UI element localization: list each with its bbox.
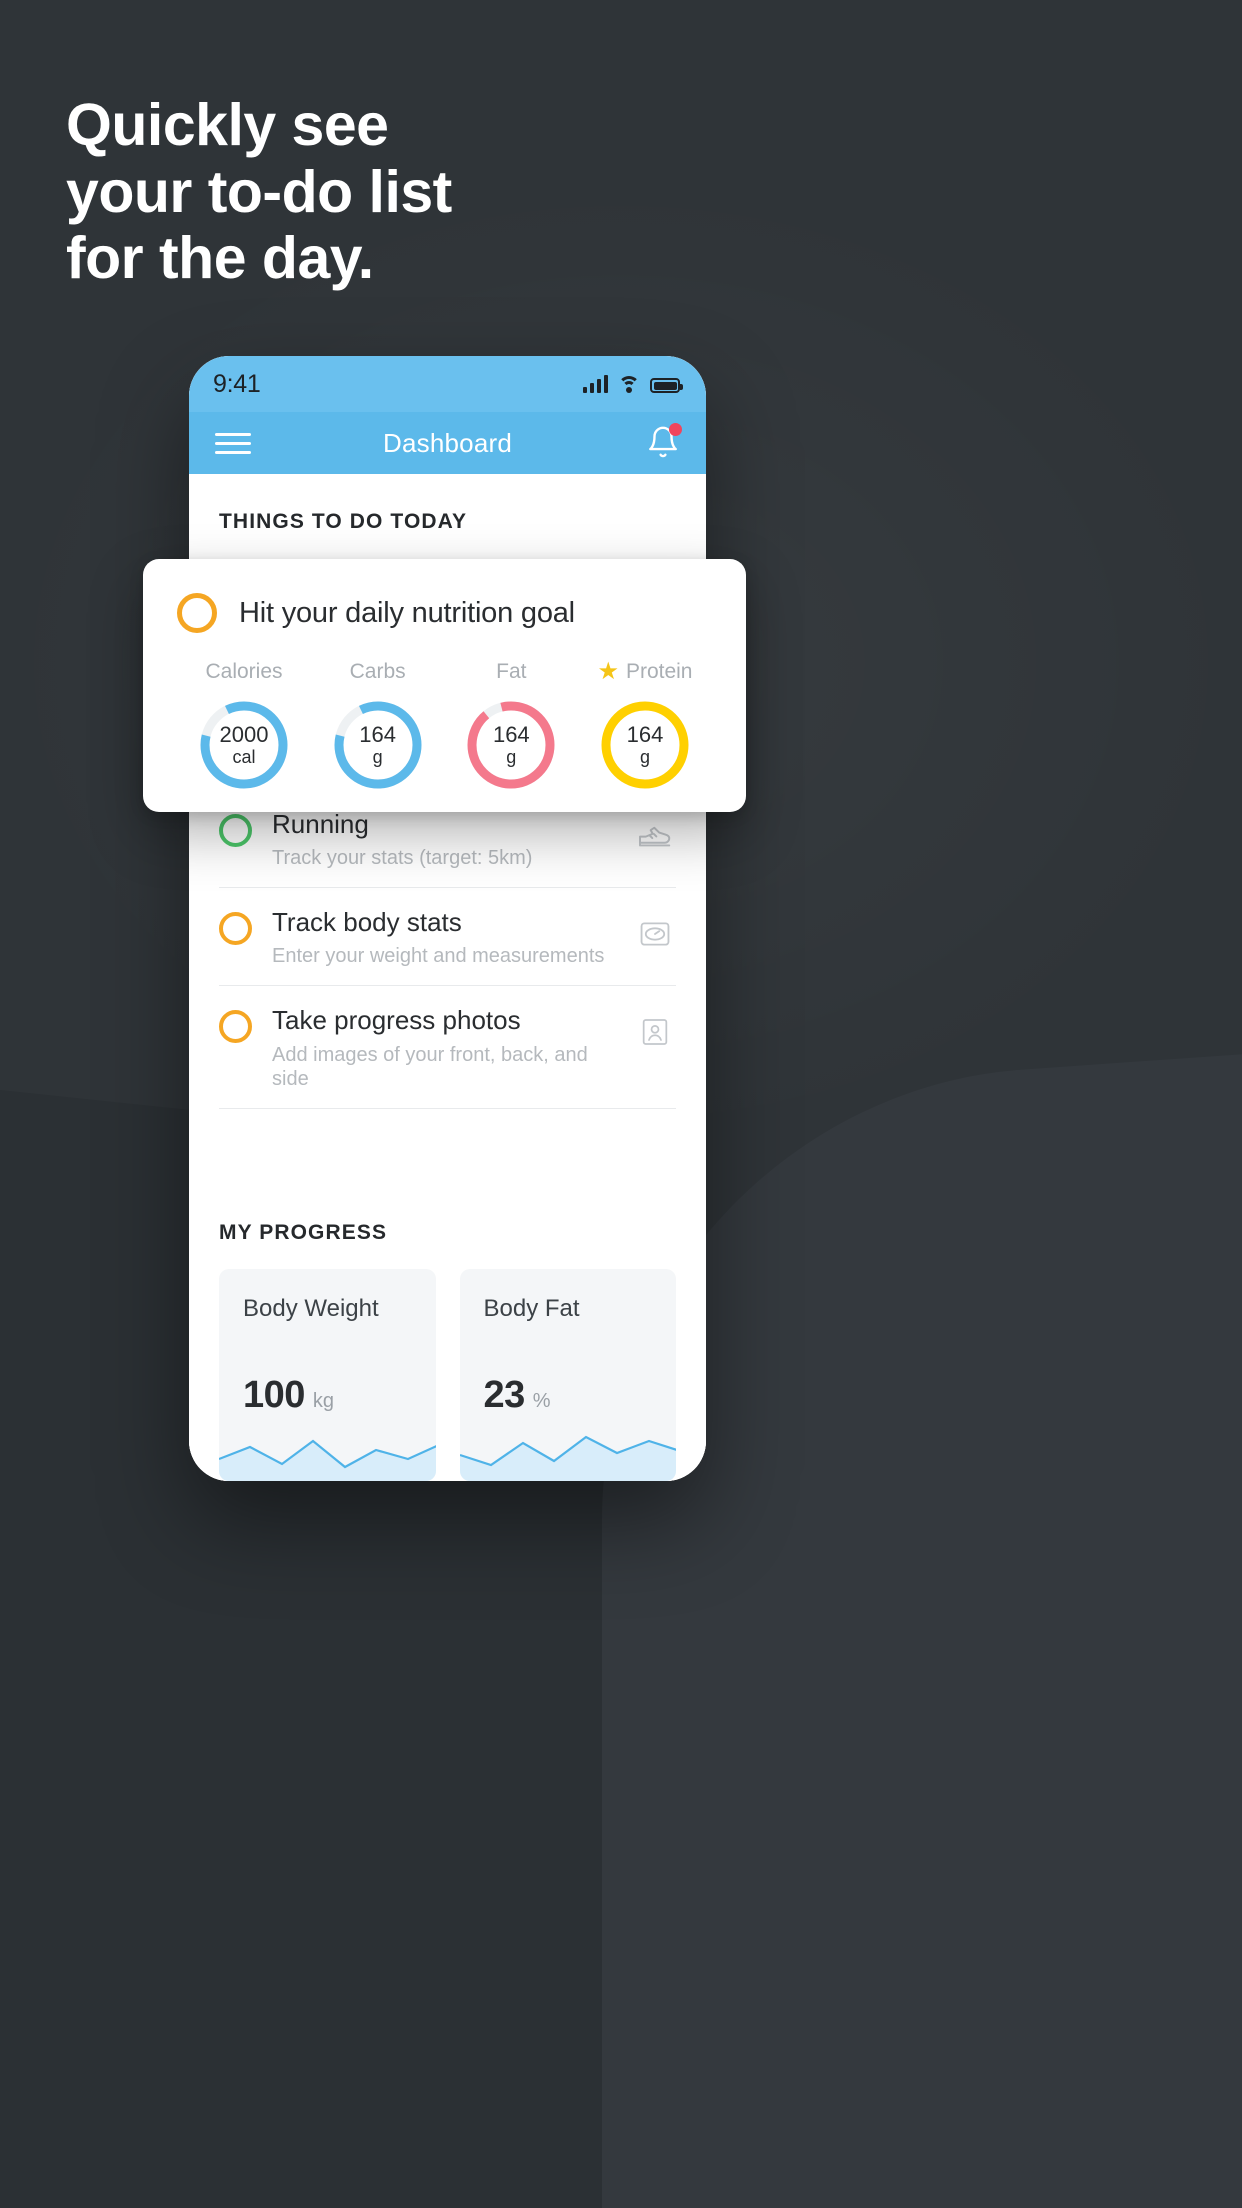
task-circle-icon[interactable] bbox=[219, 1010, 252, 1044]
macro-value: 164 bbox=[626, 721, 664, 747]
task-circle-icon[interactable] bbox=[219, 814, 252, 847]
macro-value: 164 bbox=[359, 721, 397, 747]
macro-label: Protein bbox=[625, 660, 693, 683]
macro-unit: g bbox=[506, 747, 517, 768]
progress-card-unit: kg bbox=[312, 1389, 335, 1412]
macro-carbs[interactable]: Carbs 164 g bbox=[315, 659, 441, 793]
status-icons bbox=[583, 375, 683, 393]
task-title: Take progress photos bbox=[272, 1005, 521, 1036]
task-subtitle: Add images of your front, back, and side bbox=[272, 1043, 588, 1090]
status-bar: 9:41 bbox=[189, 356, 706, 412]
nutrition-goal-card[interactable]: Hit your daily nutrition goal Calories 2… bbox=[143, 559, 746, 812]
task-subtitle: Enter your weight and measurements bbox=[272, 945, 605, 968]
macro-protein[interactable]: ★ Protein 164 g bbox=[582, 659, 708, 793]
progress-card-title: Body Fat bbox=[483, 1294, 580, 1322]
task-row[interactable]: Track body stats Enter your weight and m… bbox=[219, 888, 676, 987]
progress-card-unit: % bbox=[532, 1389, 551, 1412]
status-time: 9:41 bbox=[213, 369, 261, 398]
macro-calories[interactable]: Calories 2000 cal bbox=[181, 659, 307, 793]
macro-ring-row: Calories 2000 cal Carbs 164 g Fat 164 g … bbox=[177, 659, 712, 793]
notification-bell-icon[interactable] bbox=[646, 423, 682, 461]
progress-card-value: 23 bbox=[483, 1373, 526, 1416]
headline-line-1: Quickly see bbox=[66, 92, 389, 158]
progress-card-value-row: 23 % bbox=[484, 1374, 551, 1417]
scale-icon bbox=[634, 913, 676, 955]
progress-card-value-row: 100 kg bbox=[243, 1374, 334, 1417]
progress-section-label: MY PROGRESS bbox=[219, 1220, 388, 1244]
app-bar: Dashboard bbox=[189, 412, 706, 474]
sparkline-chart-body-weight bbox=[219, 1439, 436, 1481]
progress-card-body-weight[interactable]: Body Weight 100 kg bbox=[219, 1268, 436, 1481]
task-title: Running bbox=[272, 809, 369, 839]
progress-card-value: 100 bbox=[243, 1373, 305, 1416]
nutrition-card-title: Hit your daily nutrition goal bbox=[239, 596, 575, 629]
todo-section-label: THINGS TO DO TODAY bbox=[219, 510, 468, 533]
headline-line-2: your to-do list bbox=[66, 158, 452, 225]
notification-badge bbox=[669, 423, 682, 436]
nutrition-card-header: Hit your daily nutrition goal bbox=[177, 593, 712, 633]
running-shoe-icon bbox=[634, 815, 676, 857]
promo-headline: Quickly see your to-do list for the day. bbox=[66, 92, 866, 292]
task-circle-icon[interactable] bbox=[219, 912, 252, 946]
macro-value: 164 bbox=[492, 721, 530, 747]
macro-fat[interactable]: Fat 164 g bbox=[448, 659, 574, 793]
macro-progress-ring: 164 g bbox=[463, 697, 559, 793]
hamburger-menu-icon[interactable] bbox=[215, 427, 251, 460]
battery-icon bbox=[650, 378, 683, 393]
signal-bars-icon bbox=[583, 375, 608, 393]
promo-screenshot: Quickly see your to-do list for the day.… bbox=[0, 0, 1242, 2208]
macro-unit: g bbox=[372, 747, 383, 768]
progress-card-grid: Body Weight 100 kg Body Fat 23 % bbox=[219, 1268, 676, 1481]
task-subtitle: Track your stats (target: 5km) bbox=[272, 847, 533, 870]
wifi-icon bbox=[618, 376, 640, 393]
macro-label: Calories bbox=[205, 660, 283, 683]
headline-line-3: for the day. bbox=[66, 225, 374, 292]
progress-card-title: Body Weight bbox=[243, 1294, 379, 1322]
macro-progress-ring: 164 g bbox=[330, 697, 426, 793]
macro-unit: g bbox=[639, 747, 650, 768]
macro-unit: cal bbox=[232, 747, 256, 768]
macro-label: Fat bbox=[496, 660, 527, 683]
task-circle-icon[interactable] bbox=[177, 593, 217, 633]
task-title: Track body stats bbox=[272, 907, 462, 938]
phone-mockup: 9:41 Dashboard THINGS TO DO TODAY Runnin… bbox=[189, 356, 706, 1481]
star-icon: ★ bbox=[597, 658, 619, 685]
task-row[interactable]: Take progress photos Add images of your … bbox=[219, 986, 676, 1109]
photo-person-icon bbox=[634, 1011, 676, 1053]
macro-progress-ring: 2000 cal bbox=[196, 697, 292, 793]
macro-label: Carbs bbox=[349, 660, 406, 683]
progress-card-body-fat[interactable]: Body Fat 23 % bbox=[459, 1268, 676, 1481]
page-title: Dashboard bbox=[383, 427, 512, 458]
macro-value: 2000 bbox=[219, 721, 269, 747]
macro-progress-ring: 164 g bbox=[597, 697, 693, 793]
sparkline-chart-body-fat bbox=[459, 1435, 676, 1481]
